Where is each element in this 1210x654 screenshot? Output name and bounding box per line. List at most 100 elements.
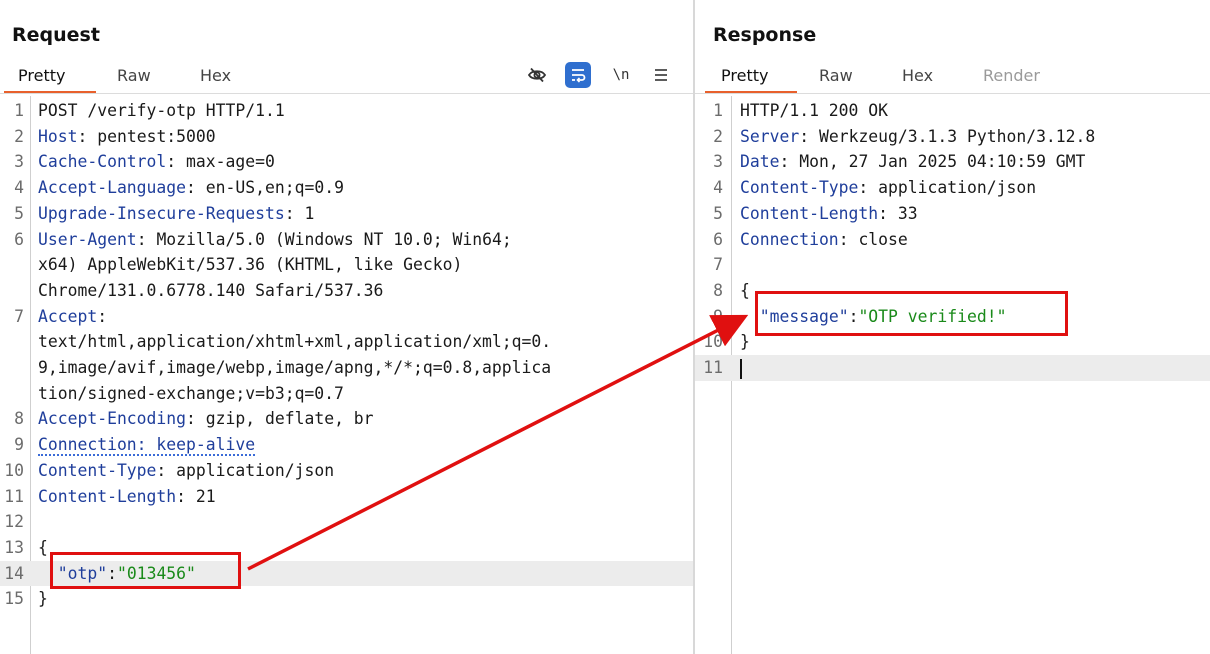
header-name: Upgrade-Insecure-Requests (38, 203, 285, 223)
request-line-number: 13 (4, 537, 24, 557)
request-line-code: Chrome/131.0.6778.140 Safari/537.36 (38, 278, 383, 304)
response-line[interactable]: 7 (695, 252, 1210, 278)
response-line-number: 3 (713, 152, 723, 172)
request-line-code: tion/signed-exchange;v=b3;q=0.7 (38, 381, 344, 407)
response-line-code: Date: Mon, 27 Jan 2025 04:10:59 GMT (740, 149, 1085, 175)
line-text: Werkzeug/3.1.3 Python/3.12.8 (818, 126, 1096, 146)
header-name: Host (38, 126, 78, 146)
header-separator: : (156, 460, 177, 480)
word-wrap-icon[interactable] (565, 62, 591, 88)
request-line-code: Content-Length: 21 (38, 484, 216, 510)
request-line[interactable]: 15} (0, 586, 693, 612)
request-line[interactable]: 9 Connection: keep-alive (0, 432, 693, 458)
response-line-number: 9 (713, 306, 723, 326)
response-line[interactable]: 6 Connection: close (695, 227, 1210, 253)
header-separator: : (284, 203, 305, 223)
line-text: 9,image/avif,image/webp,image/apng,*/*;q… (38, 358, 552, 377)
text-cursor (740, 358, 742, 379)
header-name: Cache-Control (38, 152, 167, 172)
line-text: x64) AppleWebKit/537.36 (KHTML, like Gec… (38, 255, 463, 275)
line-text: pentest:5000 (97, 126, 216, 146)
response-tab-pretty[interactable]: Pretty (717, 66, 772, 85)
request-line-code: x64) AppleWebKit/537.36 (KHTML, like Gec… (38, 252, 462, 278)
header-separator: : (186, 409, 206, 429)
response-editor[interactable]: 1 HTTP/1.1 200 OK 2 Server: Werkzeug/3.1.3 … (695, 96, 1210, 654)
request-line-code: User-Agent: Mozilla/5.0 (Windows NT 10.0… (38, 227, 512, 253)
response-tabs: Pretty Raw Hex Render (695, 64, 1210, 94)
request-line-code: Accept-Language: en-US,en;q=0.9 (38, 175, 344, 201)
header-separator: : (779, 152, 800, 172)
request-line[interactable]: 8 Accept-Encoding: gzip, deflate, br (0, 406, 693, 432)
request-line-code: Cache-Control: max-age=0 (38, 149, 275, 175)
response-line[interactable]: 2 Server: Werkzeug/3.1.3 Python/3.12.8 (695, 124, 1210, 150)
header-separator: : (838, 229, 859, 249)
request-line[interactable]: 1 POST /verify-otp HTTP/1.1 (0, 98, 693, 124)
response-line[interactable]: 1 HTTP/1.1 200 OK (695, 98, 1210, 124)
line-text: { (740, 280, 750, 300)
response-line-number: 11 (703, 358, 723, 377)
request-line[interactable]: 2 Host: pentest:5000 (0, 124, 693, 150)
line-text: } (740, 332, 750, 352)
header-name: Accept (38, 306, 98, 326)
request-line-code: Content-Type: application/json (38, 458, 334, 484)
hamburger-menu-icon[interactable] (648, 62, 674, 88)
response-line[interactable]: 11 (695, 355, 1210, 381)
request-line-number: 6 (14, 229, 24, 249)
response-line[interactable]: 5 Content-Length: 33 (695, 201, 1210, 227)
eye-slash-icon[interactable] (524, 62, 550, 88)
line-text: application/json (176, 460, 335, 480)
line-text: 1 (304, 203, 315, 223)
request-line[interactable]: 9,image/avif,image/webp,image/apng,*/*;q… (0, 355, 693, 381)
header-name: User-Agent (38, 229, 137, 249)
response-tabs-divider (695, 93, 1210, 94)
request-line[interactable]: 7 Accept: (0, 304, 693, 330)
request-line-number: 3 (14, 152, 24, 172)
request-line[interactable]: 5 Upgrade-Insecure-Requests: 1 (0, 201, 693, 227)
response-tab-raw[interactable]: Raw (815, 66, 857, 85)
request-tab-raw[interactable]: Raw (113, 66, 155, 85)
header-separator: : (176, 486, 196, 506)
request-line-code: Upgrade-Insecure-Requests: 1 (38, 201, 314, 227)
response-line-number: 5 (713, 203, 723, 223)
line-text: application/json (878, 178, 1037, 198)
header-name: Accept-Language (38, 178, 187, 198)
header-separator: : (97, 306, 108, 326)
request-line[interactable]: 11 Content-Length: 21 (0, 484, 693, 510)
request-tab-pretty[interactable]: Pretty (14, 66, 69, 85)
response-line-code: HTTP/1.1 200 OK (740, 98, 888, 124)
line-text: en-US,en;q=0.9 (205, 178, 344, 198)
line-text: 21 (195, 486, 216, 506)
response-line[interactable]: 3 Date: Mon, 27 Jan 2025 04:10:59 GMT (695, 149, 1210, 175)
response-tab-hex[interactable]: Hex (898, 66, 937, 85)
request-line[interactable]: 6 User-Agent: Mozilla/5.0 (Windows NT 10.… (0, 227, 693, 253)
response-line-code: { (740, 278, 750, 304)
request-line-number: 4 (14, 178, 24, 198)
request-line[interactable]: x64) AppleWebKit/537.36 (KHTML, like Gec… (0, 252, 693, 278)
header-name: Server (740, 126, 800, 146)
request-line[interactable]: 4 Accept-Language: en-US,en;q=0.9 (0, 175, 693, 201)
response-tab-render[interactable]: Render (979, 66, 1044, 85)
header-separator: : (166, 152, 187, 172)
line-text: Mon, 27 Jan 2025 04:10:59 GMT (799, 152, 1086, 172)
request-line[interactable]: 10 Content-Type: application/json (0, 458, 693, 484)
request-line-code: Host: pentest:5000 (38, 124, 216, 150)
request-line[interactable]: 12 (0, 509, 693, 535)
response-line[interactable]: 4 Content-Type: application/json (695, 175, 1210, 201)
request-line-number: 8 (14, 409, 24, 429)
header-name: Connection (740, 229, 839, 249)
request-tab-hex[interactable]: Hex (196, 66, 235, 85)
message-annotation-box (755, 291, 1068, 336)
newline-toggle-icon[interactable]: \n (608, 62, 634, 88)
line-text: } (38, 589, 48, 609)
request-line[interactable]: text/html,application/xhtml+xml,applicat… (0, 329, 693, 355)
line-text: { (38, 537, 48, 557)
request-line[interactable]: 3 Cache-Control: max-age=0 (0, 149, 693, 175)
header-separator: : (136, 229, 157, 249)
line-text: 33 (897, 203, 918, 223)
request-line[interactable]: tion/signed-exchange;v=b3;q=0.7 (0, 381, 693, 407)
response-line-number: 2 (713, 126, 723, 146)
header-name: Accept-Encoding (38, 409, 187, 429)
request-line[interactable]: Chrome/131.0.6778.140 Safari/537.36 (0, 278, 693, 304)
line-text: Chrome/131.0.6778.140 Safari/537.36 (38, 280, 384, 300)
header-separator: : (186, 178, 206, 198)
